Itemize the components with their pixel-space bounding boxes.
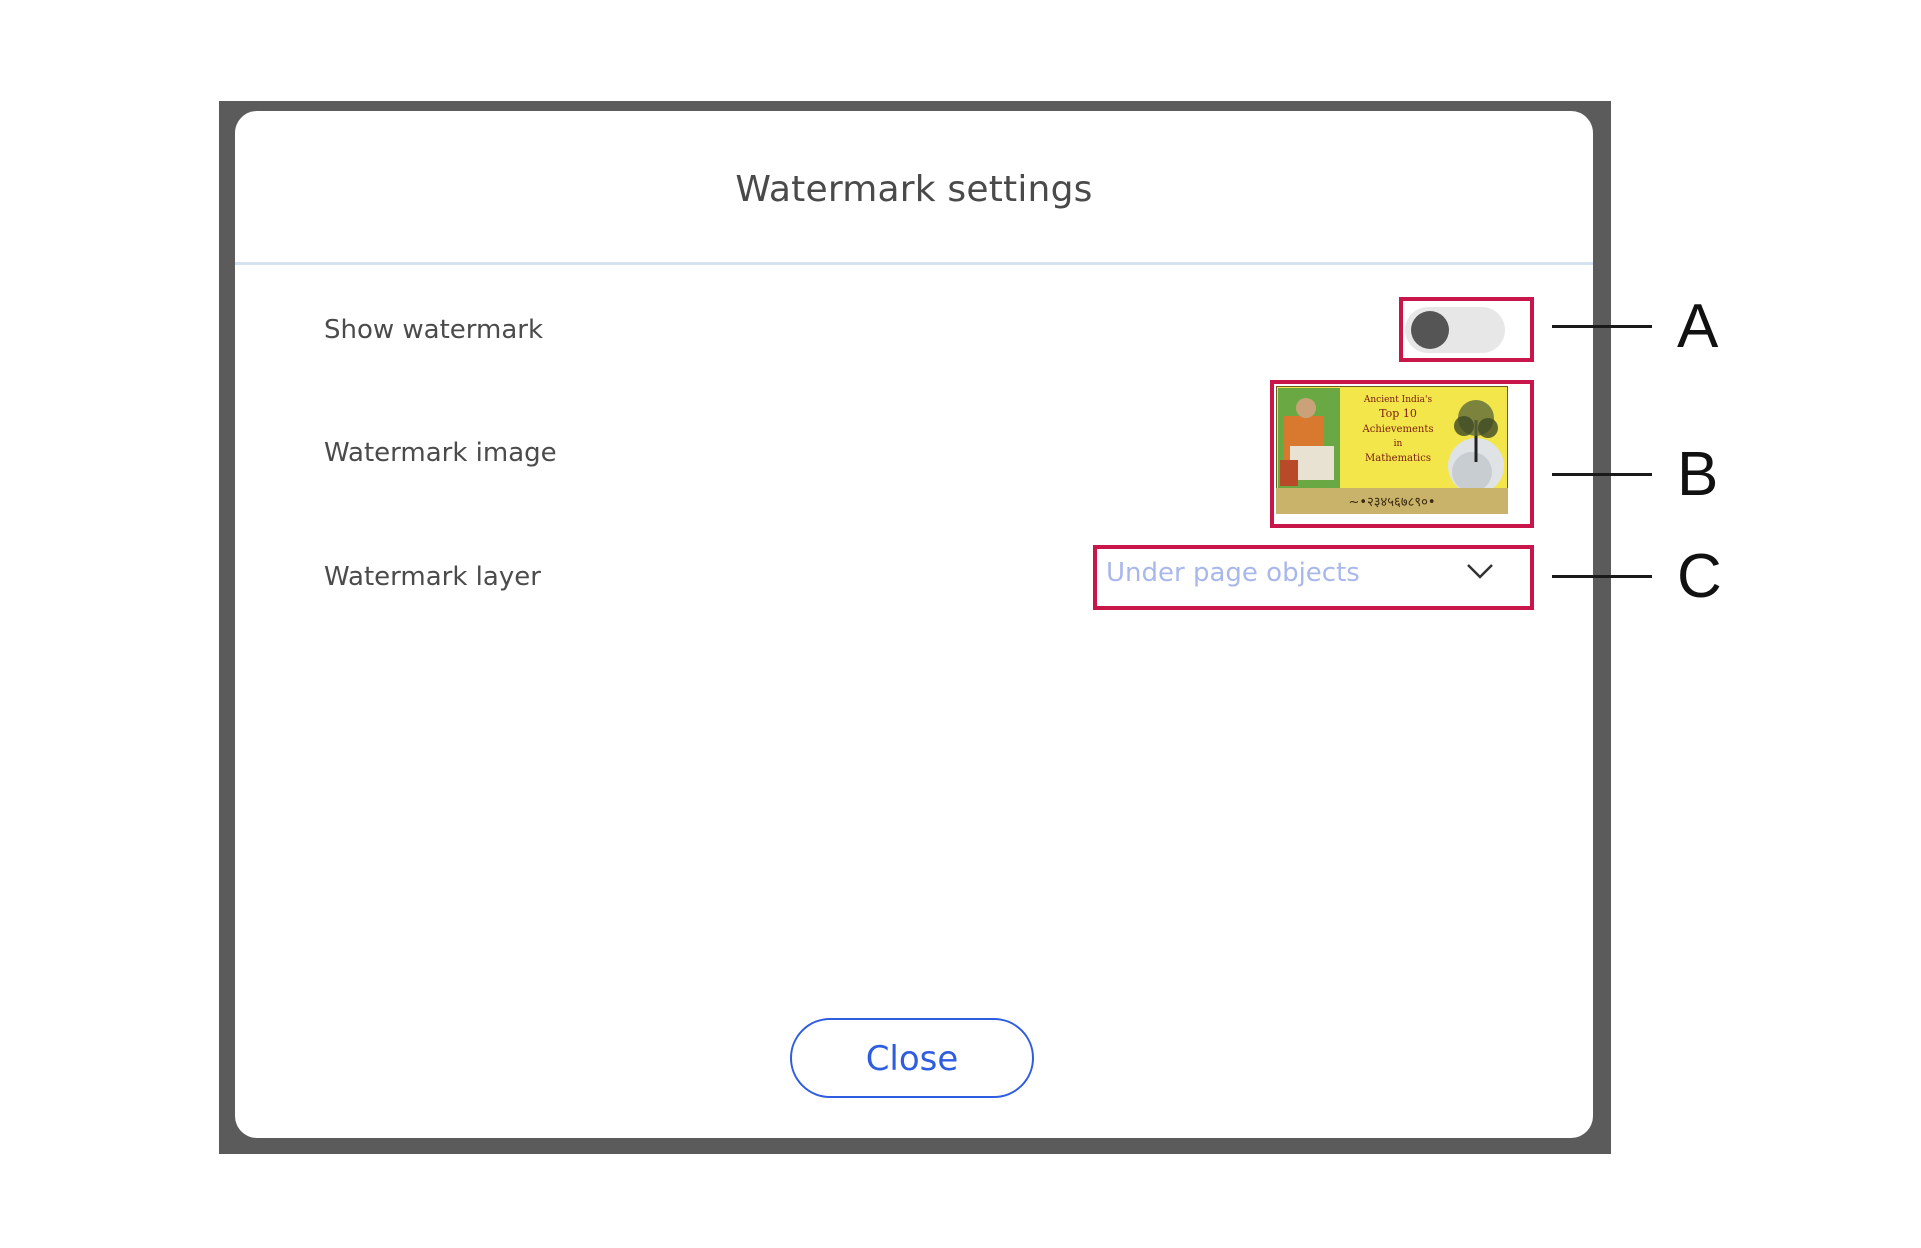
watermark-layer-label: Watermark layer bbox=[324, 562, 541, 592]
close-button[interactable]: Close bbox=[790, 1018, 1034, 1098]
leader-line-c bbox=[1552, 575, 1652, 578]
callout-label-c: C bbox=[1677, 542, 1722, 611]
leader-line-b bbox=[1552, 473, 1652, 476]
watermark-image-label: Watermark image bbox=[324, 438, 557, 468]
callout-box-b bbox=[1270, 380, 1534, 528]
dialog-title: Watermark settings bbox=[735, 169, 1093, 210]
title-divider bbox=[235, 262, 1593, 265]
leader-line-a bbox=[1552, 325, 1652, 328]
callout-label-a: A bbox=[1677, 292, 1719, 361]
screenshot-stage: Watermark settings Show watermark Waterm… bbox=[0, 0, 1921, 1248]
callout-label-b: B bbox=[1677, 440, 1719, 509]
callout-box-c bbox=[1093, 545, 1534, 610]
watermark-settings-dialog: Watermark settings Show watermark Waterm… bbox=[235, 111, 1593, 1138]
show-watermark-label: Show watermark bbox=[324, 315, 544, 345]
callout-box-a bbox=[1399, 297, 1534, 362]
